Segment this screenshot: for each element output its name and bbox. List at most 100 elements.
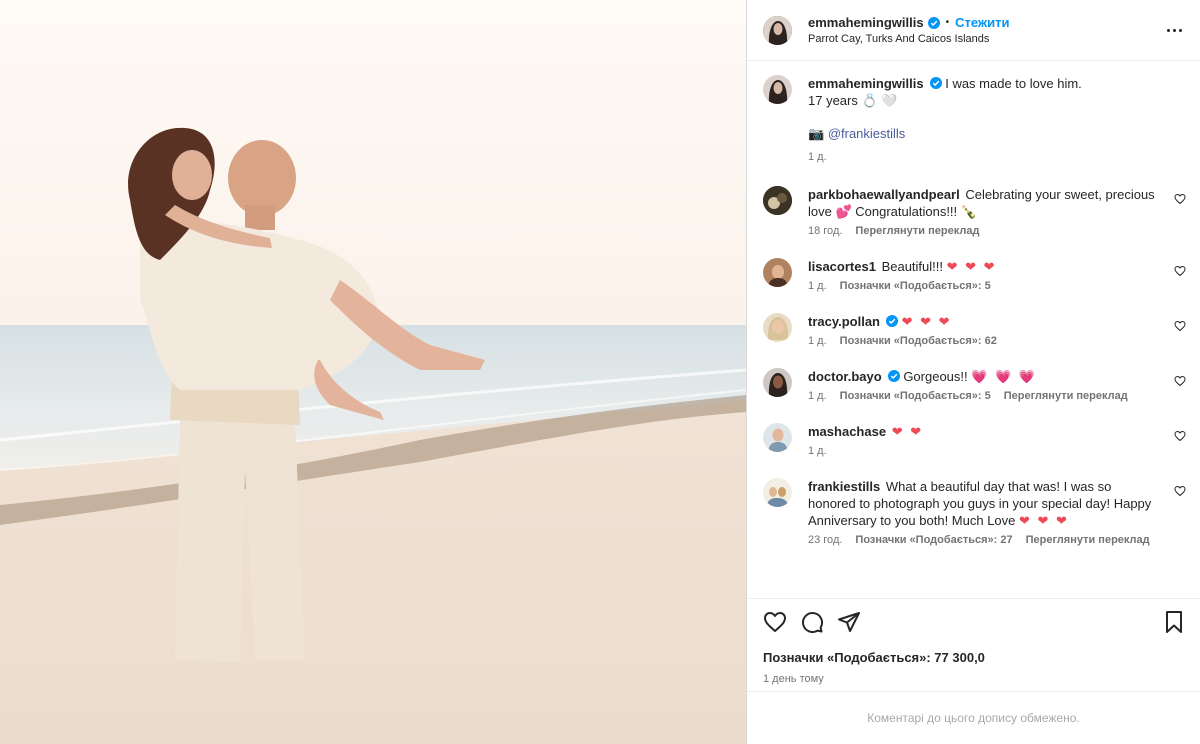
like-comment-heart-icon[interactable]: [1174, 430, 1186, 442]
comment-body: mashachase ❤ ❤ 1 д.: [808, 423, 1186, 458]
comment-time[interactable]: 1 д.: [808, 444, 827, 458]
comment-likes[interactable]: Позначки «Подобається»: 62: [840, 334, 997, 348]
comments-restricted-note: Коментарі до цього допису обмежено.: [747, 691, 1200, 744]
follow-button[interactable]: Стежити: [955, 15, 1009, 30]
caption-avatar-image: [763, 75, 792, 104]
commenter-avatar-image: [763, 423, 792, 452]
comment-time[interactable]: 1 д.: [808, 334, 827, 348]
verified-icon: [927, 16, 940, 29]
comment-row: doctor.bayo Gorgeous!! 💗 💗 💗 1 д. Познач…: [763, 368, 1186, 403]
verified-icon: [886, 315, 899, 327]
translate-link[interactable]: Переглянути переклад: [855, 224, 979, 238]
post-header: emmahemingwillis • Стежити Parrot Cay, T…: [747, 0, 1200, 61]
comment-time[interactable]: 18 год.: [808, 224, 842, 238]
commenter-avatar-image: [763, 478, 792, 507]
posted-time[interactable]: 1 день тому: [747, 665, 1200, 685]
header-text: emmahemingwillis • Стежити Parrot Cay, T…: [808, 15, 1162, 45]
comment-meta: 1 д. Позначки «Подобається»: 5 Перегляну…: [808, 389, 1160, 403]
author-avatar[interactable]: [763, 15, 792, 45]
commenter-avatar[interactable]: [763, 368, 792, 397]
header-user-line: emmahemingwillis • Стежити: [808, 15, 1162, 30]
action-bar: [747, 598, 1200, 644]
comment-row: frankiestills What a beautiful day that …: [763, 478, 1186, 547]
verified-icon: [929, 77, 942, 89]
comment-text: Beautiful!!!: [881, 259, 943, 274]
share-icon[interactable]: [837, 610, 861, 634]
comment-username[interactable]: doctor.bayo: [808, 369, 882, 384]
comment-hearts: ❤ ❤ ❤: [946, 259, 997, 274]
commenter-avatar-image: [763, 368, 792, 397]
comment-username[interactable]: mashachase: [808, 424, 886, 439]
comment-meta: 23 год. Позначки «Подобається»: 27 Перег…: [808, 533, 1160, 547]
caption-avatar[interactable]: [763, 75, 792, 104]
like-comment-heart-icon[interactable]: [1174, 265, 1186, 277]
comment-time[interactable]: 1 д.: [808, 389, 827, 403]
comment-username[interactable]: lisacortes1: [808, 259, 876, 274]
comment-hearts: ❤ ❤: [891, 424, 924, 439]
comment-time[interactable]: 1 д.: [808, 279, 827, 293]
comment-text: Gorgeous!!: [903, 369, 968, 384]
comment-username[interactable]: frankiestills: [808, 479, 880, 494]
comment-row: mashachase ❤ ❤ 1 д.: [763, 423, 1186, 458]
comment-row: lisacortes1 Beautiful!!! ❤ ❤ ❤ 1 д. Позн…: [763, 258, 1186, 293]
like-comment-heart-icon[interactable]: [1174, 320, 1186, 332]
post-dialog: emmahemingwillis • Стежити Parrot Cay, T…: [0, 0, 1200, 744]
comment-body: lisacortes1 Beautiful!!! ❤ ❤ ❤ 1 д. Позн…: [808, 258, 1186, 293]
likes-count[interactable]: Позначки «Подобається»: 77 300,0: [747, 644, 1200, 665]
like-comment-heart-icon[interactable]: [1174, 375, 1186, 387]
comment-hearts: ❤ ❤ ❤: [1019, 513, 1069, 528]
comment-likes[interactable]: Позначки «Подобається»: 5: [840, 279, 991, 293]
commenter-avatar[interactable]: [763, 313, 792, 342]
commenter-avatar[interactable]: [763, 258, 792, 287]
commenter-avatar[interactable]: [763, 423, 792, 452]
caption-text-line1: I was made to love him.: [945, 76, 1082, 91]
author-username[interactable]: emmahemingwillis: [808, 15, 924, 30]
more-icon[interactable]: [1162, 18, 1186, 42]
caption-meta: 1 д.: [808, 150, 1160, 164]
caption-body: emmahemingwillis I was made to love him.…: [808, 75, 1186, 164]
camera-icon: 📷: [808, 126, 825, 141]
wedding-beach-photo: [0, 0, 746, 744]
post-caption: emmahemingwillis I was made to love him.…: [763, 75, 1186, 164]
comment-body: doctor.bayo Gorgeous!! 💗 💗 💗 1 д. Познач…: [808, 368, 1186, 403]
caption-username[interactable]: emmahemingwillis: [808, 76, 924, 91]
comments-list[interactable]: emmahemingwillis I was made to love him.…: [747, 61, 1200, 598]
caption-mention[interactable]: @frankiestills: [828, 126, 906, 141]
like-comment-heart-icon[interactable]: [1174, 193, 1186, 205]
comment-username[interactable]: parkbohaewallyandpearl: [808, 187, 960, 202]
comment-meta: 1 д. Позначки «Подобається»: 5: [808, 279, 1160, 293]
translate-link[interactable]: Переглянути переклад: [1026, 533, 1150, 547]
like-comment-heart-icon[interactable]: [1174, 485, 1186, 497]
comment-body: tracy.pollan ❤ ❤ ❤ 1 д. Позначки «Подоба…: [808, 313, 1186, 348]
comment-likes[interactable]: Позначки «Подобається»: 5: [840, 389, 991, 403]
caption-text-line2: 17 years 💍 🤍: [808, 93, 898, 108]
comment-body: parkbohaewallyandpearl Celebrating your …: [808, 186, 1186, 238]
translate-link[interactable]: Переглянути переклад: [1004, 389, 1128, 403]
comment-meta: 1 д.: [808, 444, 1160, 458]
post-side-panel: emmahemingwillis • Стежити Parrot Cay, T…: [747, 0, 1200, 744]
verified-icon: [887, 370, 900, 382]
commenter-avatar-image: [763, 186, 792, 215]
post-location[interactable]: Parrot Cay, Turks And Caicos Islands: [808, 33, 1162, 45]
bookmark-icon[interactable]: [1162, 610, 1186, 634]
heart-icon[interactable]: [763, 610, 787, 634]
commenter-avatar-image: [763, 258, 792, 287]
comment-meta: 1 д. Позначки «Подобається»: 62: [808, 334, 1160, 348]
comment-hearts: ❤ ❤ ❤: [901, 314, 952, 329]
commenter-avatar[interactable]: [763, 478, 792, 507]
comment-row: parkbohaewallyandpearl Celebrating your …: [763, 186, 1186, 238]
header-separator: •: [945, 17, 950, 28]
caption-time[interactable]: 1 д.: [808, 150, 827, 164]
comment-time[interactable]: 23 год.: [808, 533, 842, 547]
commenter-avatar[interactable]: [763, 186, 792, 215]
post-photo[interactable]: [0, 0, 746, 744]
comment-likes[interactable]: Позначки «Подобається»: 27: [855, 533, 1012, 547]
comment-icon[interactable]: [800, 610, 824, 634]
comment-body: frankiestills What a beautiful day that …: [808, 478, 1186, 547]
comment-meta: 18 год. Переглянути переклад: [808, 224, 1160, 238]
comment-username[interactable]: tracy.pollan: [808, 314, 880, 329]
author-avatar-image: [763, 15, 792, 45]
commenter-avatar-image: [763, 313, 792, 342]
comment-row: tracy.pollan ❤ ❤ ❤ 1 д. Позначки «Подоба…: [763, 313, 1186, 348]
comment-hearts: 💗 💗 💗: [971, 369, 1038, 384]
